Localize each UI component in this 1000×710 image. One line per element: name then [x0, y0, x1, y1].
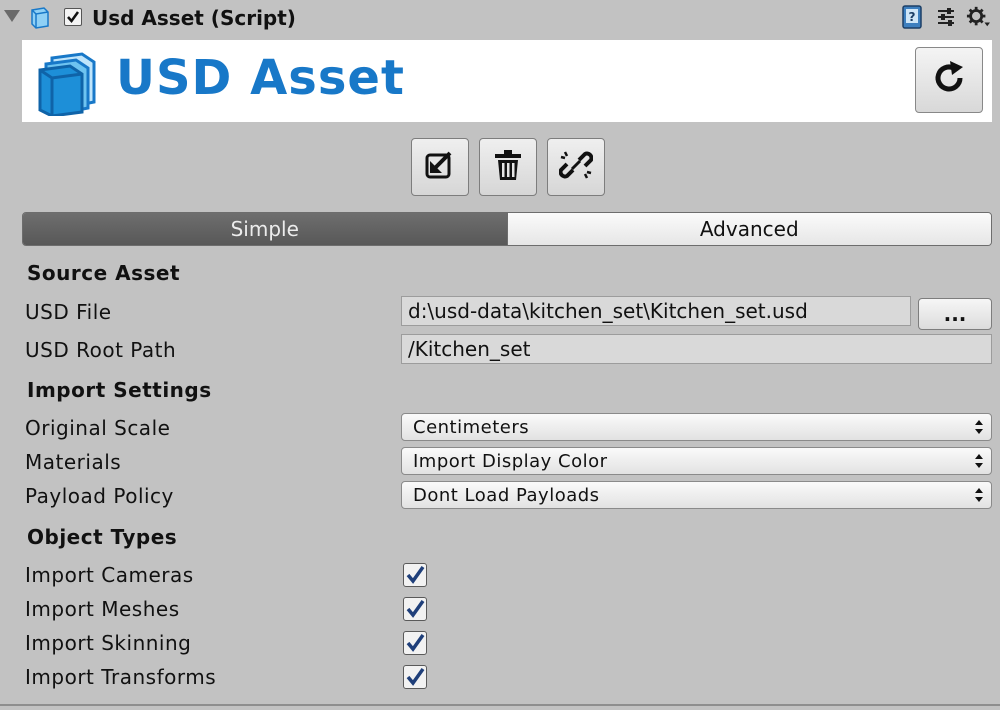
usd-logo-icon [38, 50, 104, 120]
checkmark-icon [406, 599, 425, 618]
tab-simple[interactable]: Simple [23, 213, 507, 245]
checkmark-icon [406, 565, 425, 584]
import-transforms-checkbox[interactable] [403, 665, 427, 689]
import-cameras-label: Import Cameras [25, 563, 194, 587]
import-meshes-checkbox[interactable] [403, 597, 427, 621]
usd-file-field[interactable]: d:\usd-data\kitchen_set\Kitchen_set.usd [401, 296, 911, 326]
payload-policy-dropdown[interactable]: Dont Load Payloads [401, 481, 992, 509]
refresh-button[interactable] [915, 47, 983, 113]
import-skinning-label: Import Skinning [25, 631, 192, 655]
materials-label: Materials [25, 450, 122, 474]
source-asset-heading: Source Asset [27, 261, 181, 285]
original-scale-value: Centimeters [413, 416, 530, 438]
checkmark-icon [406, 633, 425, 652]
dropdown-arrows-icon [975, 420, 983, 434]
help-book-icon[interactable]: ? [900, 5, 924, 29]
usd-root-path-field[interactable]: /Kitchen_set [401, 334, 992, 364]
original-scale-label: Original Scale [25, 416, 171, 440]
usd-file-label: USD File [25, 300, 112, 324]
usd-root-path-label: USD Root Path [25, 338, 177, 362]
object-types-heading: Object Types [27, 525, 178, 549]
payload-policy-value: Dont Load Payloads [413, 484, 600, 506]
reimport-button[interactable] [411, 138, 469, 196]
import-cameras-checkbox[interactable] [403, 563, 427, 587]
usd-cube-icon [28, 6, 50, 30]
component-header: Usd Asset (Script) ? [0, 0, 1000, 38]
import-transforms-label: Import Transforms [25, 665, 217, 689]
usd-asset-banner: USD Asset [22, 40, 992, 122]
import-skinning-checkbox[interactable] [403, 631, 427, 655]
tab-advanced[interactable]: Advanced [506, 213, 991, 245]
materials-value: Import Display Color [413, 450, 608, 472]
svg-text:?: ? [909, 10, 916, 24]
import-settings-heading: Import Settings [27, 378, 212, 402]
checkmark-icon [406, 667, 425, 686]
reimport-icon [423, 148, 457, 186]
gear-icon[interactable] [966, 5, 990, 29]
import-meshes-label: Import Meshes [25, 597, 180, 621]
presets-sliders-icon[interactable] [934, 5, 958, 29]
mode-tabs: Simple Advanced [22, 212, 992, 246]
dropdown-arrows-icon [975, 488, 983, 502]
component-title: Usd Asset (Script) [92, 6, 296, 30]
dropdown-arrows-icon [975, 454, 983, 468]
refresh-icon [930, 59, 968, 101]
bottom-divider [0, 704, 1000, 706]
delete-button[interactable] [479, 138, 537, 196]
materials-dropdown[interactable]: Import Display Color [401, 447, 992, 475]
browse-button[interactable]: ... [918, 298, 992, 330]
enabled-checkbox[interactable] [64, 8, 82, 26]
banner-title: USD Asset [116, 50, 405, 106]
fold-triangle-icon[interactable] [4, 10, 20, 22]
trash-icon [492, 148, 524, 186]
unlink-icon [558, 148, 594, 186]
payload-policy-label: Payload Policy [25, 484, 174, 508]
original-scale-dropdown[interactable]: Centimeters [401, 413, 992, 441]
unlink-button[interactable] [547, 138, 605, 196]
